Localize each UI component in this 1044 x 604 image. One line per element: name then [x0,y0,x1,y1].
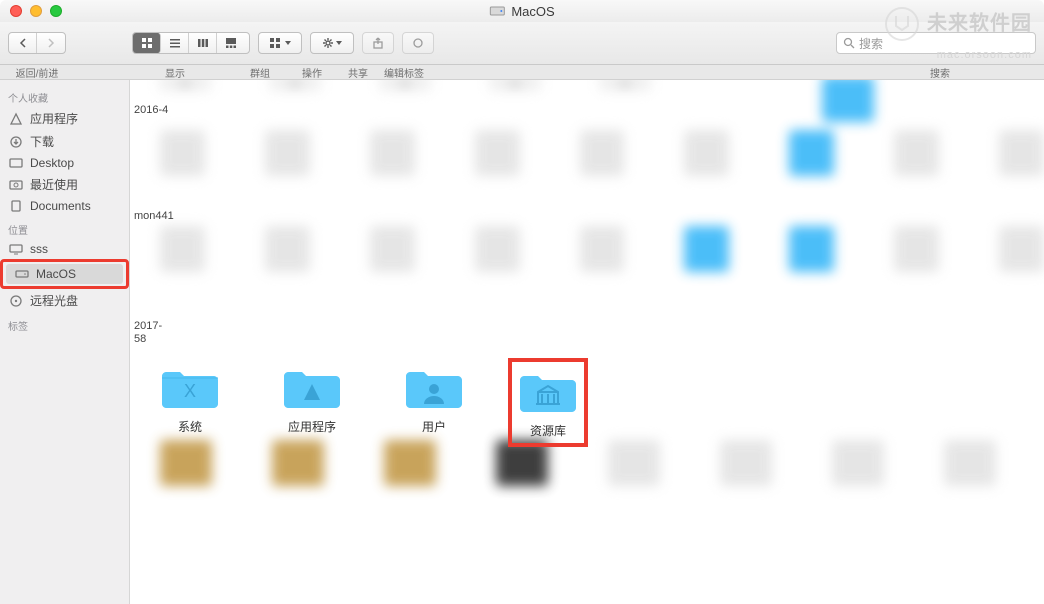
macos-highlight-box: MacOS [0,259,129,289]
app-icon [8,112,24,126]
titlebar: MacOS [0,0,1044,22]
sidebar-item-desktop[interactable]: Desktop [0,153,129,173]
folders-row: X 系统 应用程序 用户 资源库 [150,364,580,443]
folder-label: 用户 [422,418,446,435]
sidebar-item-documents[interactable]: Documents [0,196,129,216]
folder-library[interactable]: 资源库 [508,358,588,447]
view-mode-selector [132,32,250,54]
action-button[interactable] [310,32,354,54]
hdd-icon [14,267,30,281]
tags-heading: 标签 [0,312,129,335]
sidebar-item-sss[interactable]: sss [0,239,129,259]
sidebar-item-applications[interactable]: 应用程序 [0,107,129,130]
share-icon [372,37,384,49]
icon-view-button[interactable] [133,33,161,53]
date-label: mon441 [130,210,1044,223]
gear-icon [322,37,334,49]
hdd-icon [489,3,505,19]
folder-icon: X [158,364,222,412]
disc-icon [8,294,24,308]
list-view-button[interactable] [161,33,189,53]
finder-window: MacOS 搜索 返回/前进 显示 群组 操作 共享 编辑标签 搜 [0,0,1044,604]
column-view-button[interactable] [189,33,217,53]
sidebar-item-label: 应用程序 [30,110,78,127]
sidebar-item-label: MacOS [36,267,76,281]
svg-text:X: X [184,381,196,401]
search-input[interactable]: 搜索 [836,32,1036,54]
docs-icon [8,199,24,213]
desktop-icon [8,156,24,170]
toolbar-labels: 返回/前进 显示 群组 操作 共享 编辑标签 搜索 [0,65,1044,80]
toolbar: 搜索 [0,22,1044,65]
forward-button[interactable] [37,33,65,53]
sidebar-item-label: sss [30,242,48,256]
share-button[interactable] [362,32,394,54]
locations-heading: 位置 [0,216,129,239]
sidebar-item-macos[interactable]: MacOS [6,264,123,284]
tag-icon [412,37,424,49]
close-button[interactable] [10,5,22,17]
sidebar-item-remote-disc[interactable]: 远程光盘 [0,289,129,312]
sidebar-item-label: 最近使用 [30,176,78,193]
group-by-button[interactable] [258,32,302,54]
folder-applications[interactable]: 应用程序 [272,364,352,443]
sidebar: 个人收藏 应用程序 下载 Desktop 最近使用 Documents 位置 s… [0,80,130,604]
folder-label: 资源库 [530,422,566,439]
folder-system[interactable]: X 系统 [150,364,230,443]
computer-icon [8,242,24,256]
nav-back-forward [8,32,66,54]
gallery-view-button[interactable] [217,33,245,53]
date-label: 2017-58 [130,320,1044,346]
folder-users[interactable]: 用户 [394,364,474,443]
date-label: 2016-4 [130,104,1044,117]
minimize-button[interactable] [30,5,42,17]
traffic-lights [0,5,62,17]
sidebar-item-label: 远程光盘 [30,292,78,309]
search-placeholder: 搜索 [859,35,883,52]
folder-label: 应用程序 [288,418,336,435]
window-title: MacOS [489,3,554,19]
sidebar-item-label: 下载 [30,133,54,150]
folder-icon [516,368,580,416]
content-area: GZGZGZGZGZ 2016-4 mon441 2017-58 X 系统 应用… [130,80,1044,604]
back-button[interactable] [9,33,37,53]
sidebar-item-label: Documents [30,199,91,213]
zoom-button[interactable] [50,5,62,17]
tags-button[interactable] [402,32,434,54]
sidebar-item-label: Desktop [30,156,74,170]
sidebar-item-downloads[interactable]: 下载 [0,130,129,153]
folder-label: 系统 [178,418,202,435]
download-icon [8,135,24,149]
folder-icon [280,364,344,412]
sidebar-item-recents[interactable]: 最近使用 [0,173,129,196]
favorites-heading: 个人收藏 [0,84,129,107]
search-icon [843,37,855,49]
window-body: 个人收藏 应用程序 下载 Desktop 最近使用 Documents 位置 s… [0,80,1044,604]
folder-icon [402,364,466,412]
recent-icon [8,178,24,192]
